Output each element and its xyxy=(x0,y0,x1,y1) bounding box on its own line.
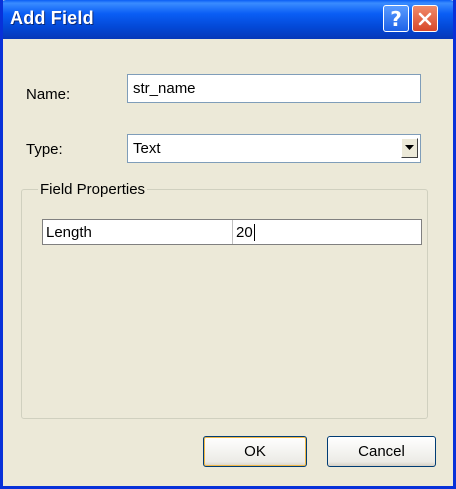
question-mark-icon: ? xyxy=(390,6,402,31)
property-name-cell: Length xyxy=(43,220,233,244)
close-icon xyxy=(418,12,432,25)
type-label: Type: xyxy=(26,141,63,158)
close-button[interactable] xyxy=(412,5,438,32)
type-dropdown[interactable]: Text xyxy=(127,134,421,163)
field-properties-title: Field Properties xyxy=(38,181,148,198)
name-input[interactable]: str_name xyxy=(127,74,421,103)
ok-button[interactable]: OK xyxy=(203,436,307,467)
chevron-down-icon xyxy=(405,145,414,150)
ok-button-label: OK xyxy=(244,443,266,460)
text-caret xyxy=(253,223,255,241)
cancel-button-label: Cancel xyxy=(358,443,405,460)
property-name: Length xyxy=(46,223,92,241)
property-value-cell[interactable]: 20 xyxy=(233,220,421,244)
cancel-button[interactable]: Cancel xyxy=(327,436,436,467)
name-label: Name: xyxy=(26,86,71,103)
help-button[interactable]: ? xyxy=(383,5,409,32)
property-grid[interactable]: Length 20 xyxy=(42,219,422,245)
name-input-value: str_name xyxy=(133,80,196,97)
property-value: 20 xyxy=(236,223,253,241)
type-dropdown-value: Text xyxy=(133,140,161,157)
dropdown-arrow-button[interactable] xyxy=(401,138,418,158)
title-bar[interactable]: Add Field ? xyxy=(3,0,453,39)
dialog-title: Add Field xyxy=(10,8,94,28)
